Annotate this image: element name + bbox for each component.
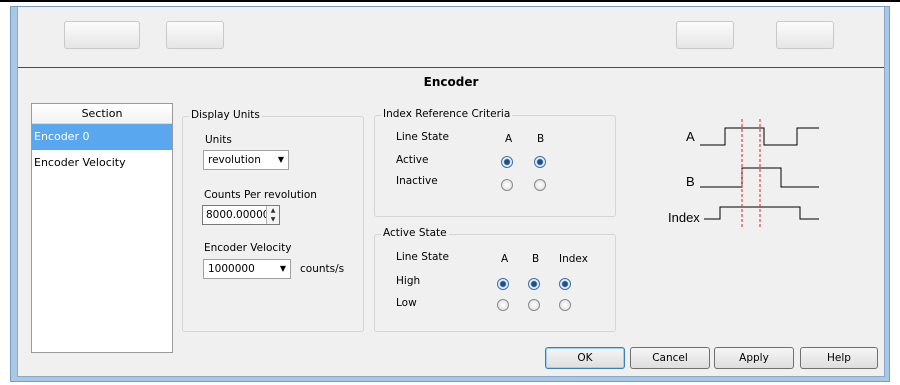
active-b-low-radio[interactable] xyxy=(528,299,540,311)
signal-b-label: B xyxy=(686,174,695,189)
index-row-inactive: Inactive xyxy=(396,175,438,187)
toolbar-button-4[interactable] xyxy=(776,21,834,49)
index-b-inactive-radio[interactable] xyxy=(534,179,546,191)
help-button[interactable]: Help xyxy=(800,347,878,369)
index-b-active-radio[interactable] xyxy=(534,156,546,168)
stepper-up-icon[interactable]: ▲ xyxy=(267,206,279,215)
index-a-active-radio[interactable] xyxy=(501,156,513,168)
cancel-button[interactable]: Cancel xyxy=(630,347,710,369)
active-row-low: Low xyxy=(396,297,417,309)
counts-per-revolution-label: Counts Per revolution xyxy=(204,189,317,201)
active-a-high-radio[interactable] xyxy=(497,278,509,290)
active-row-high: High xyxy=(396,275,421,287)
encoder-velocity-value: 1000000 xyxy=(208,263,255,275)
active-a-low-radio[interactable] xyxy=(497,299,509,311)
active-index-low-radio[interactable] xyxy=(559,299,571,311)
encoder-velocity-select[interactable]: 1000000 ▼ xyxy=(203,259,291,279)
section-item-encoder-velocity[interactable]: Encoder Velocity xyxy=(32,150,172,176)
signal-index-waveform xyxy=(704,206,819,220)
index-line-state-label: Line State xyxy=(396,131,450,143)
apply-button[interactable]: Apply xyxy=(714,347,794,369)
active-state-group-label: Active State xyxy=(381,227,449,239)
index-col-a: A xyxy=(505,133,513,145)
velocity-unit-label: counts/s xyxy=(300,263,345,275)
signal-index-label: Index xyxy=(668,210,700,225)
stepper-down-icon[interactable]: ▼ xyxy=(267,215,279,224)
signal-diagram-svg: A B Index xyxy=(668,119,819,229)
index-col-b: B xyxy=(537,133,545,145)
dialog-window: Encoder Section Encoder 0 Encoder Veloci… xyxy=(10,6,890,382)
index-a-inactive-radio[interactable] xyxy=(501,179,513,191)
index-reference-group-label: Index Reference Criteria xyxy=(381,108,513,120)
encoder-signal-diagram: A B Index xyxy=(664,107,834,237)
page-title: Encoder xyxy=(423,75,479,89)
active-col-index: Index xyxy=(559,253,588,265)
top-rule xyxy=(0,0,900,2)
ok-button[interactable]: OK xyxy=(545,347,625,369)
toolbar-separator xyxy=(18,67,884,68)
units-label: Units xyxy=(205,134,232,146)
display-units-group-label: Display Units xyxy=(189,109,262,121)
active-col-a: A xyxy=(501,253,509,265)
chevron-down-icon: ▼ xyxy=(277,155,284,164)
active-index-high-radio[interactable] xyxy=(559,278,571,290)
units-select-value: revolution xyxy=(208,154,261,166)
active-b-high-radio[interactable] xyxy=(528,278,540,290)
counts-per-revolution-stepper[interactable]: 8000.000000 ▲ ▼ xyxy=(202,205,280,225)
encoder-velocity-label: Encoder Velocity xyxy=(204,242,292,254)
toolbar xyxy=(18,7,884,67)
toolbar-button-3[interactable] xyxy=(676,21,734,49)
chevron-down-icon: ▼ xyxy=(279,264,286,273)
section-list-header: Section xyxy=(32,104,172,124)
dialog-body: Encoder Section Encoder 0 Encoder Veloci… xyxy=(17,7,885,377)
units-select[interactable]: revolution ▼ xyxy=(203,150,289,170)
toolbar-button-2[interactable] xyxy=(166,21,224,49)
index-row-active: Active xyxy=(396,154,429,166)
active-line-state-label: Line State xyxy=(396,251,450,263)
section-item-encoder-0[interactable]: Encoder 0 xyxy=(32,124,172,150)
signal-a-label: A xyxy=(686,129,695,144)
section-list: Section Encoder 0 Encoder Velocity xyxy=(31,103,173,353)
active-col-b: B xyxy=(532,253,540,265)
stepper-buttons[interactable]: ▲ ▼ xyxy=(266,206,279,224)
toolbar-button-1[interactable] xyxy=(64,21,140,49)
